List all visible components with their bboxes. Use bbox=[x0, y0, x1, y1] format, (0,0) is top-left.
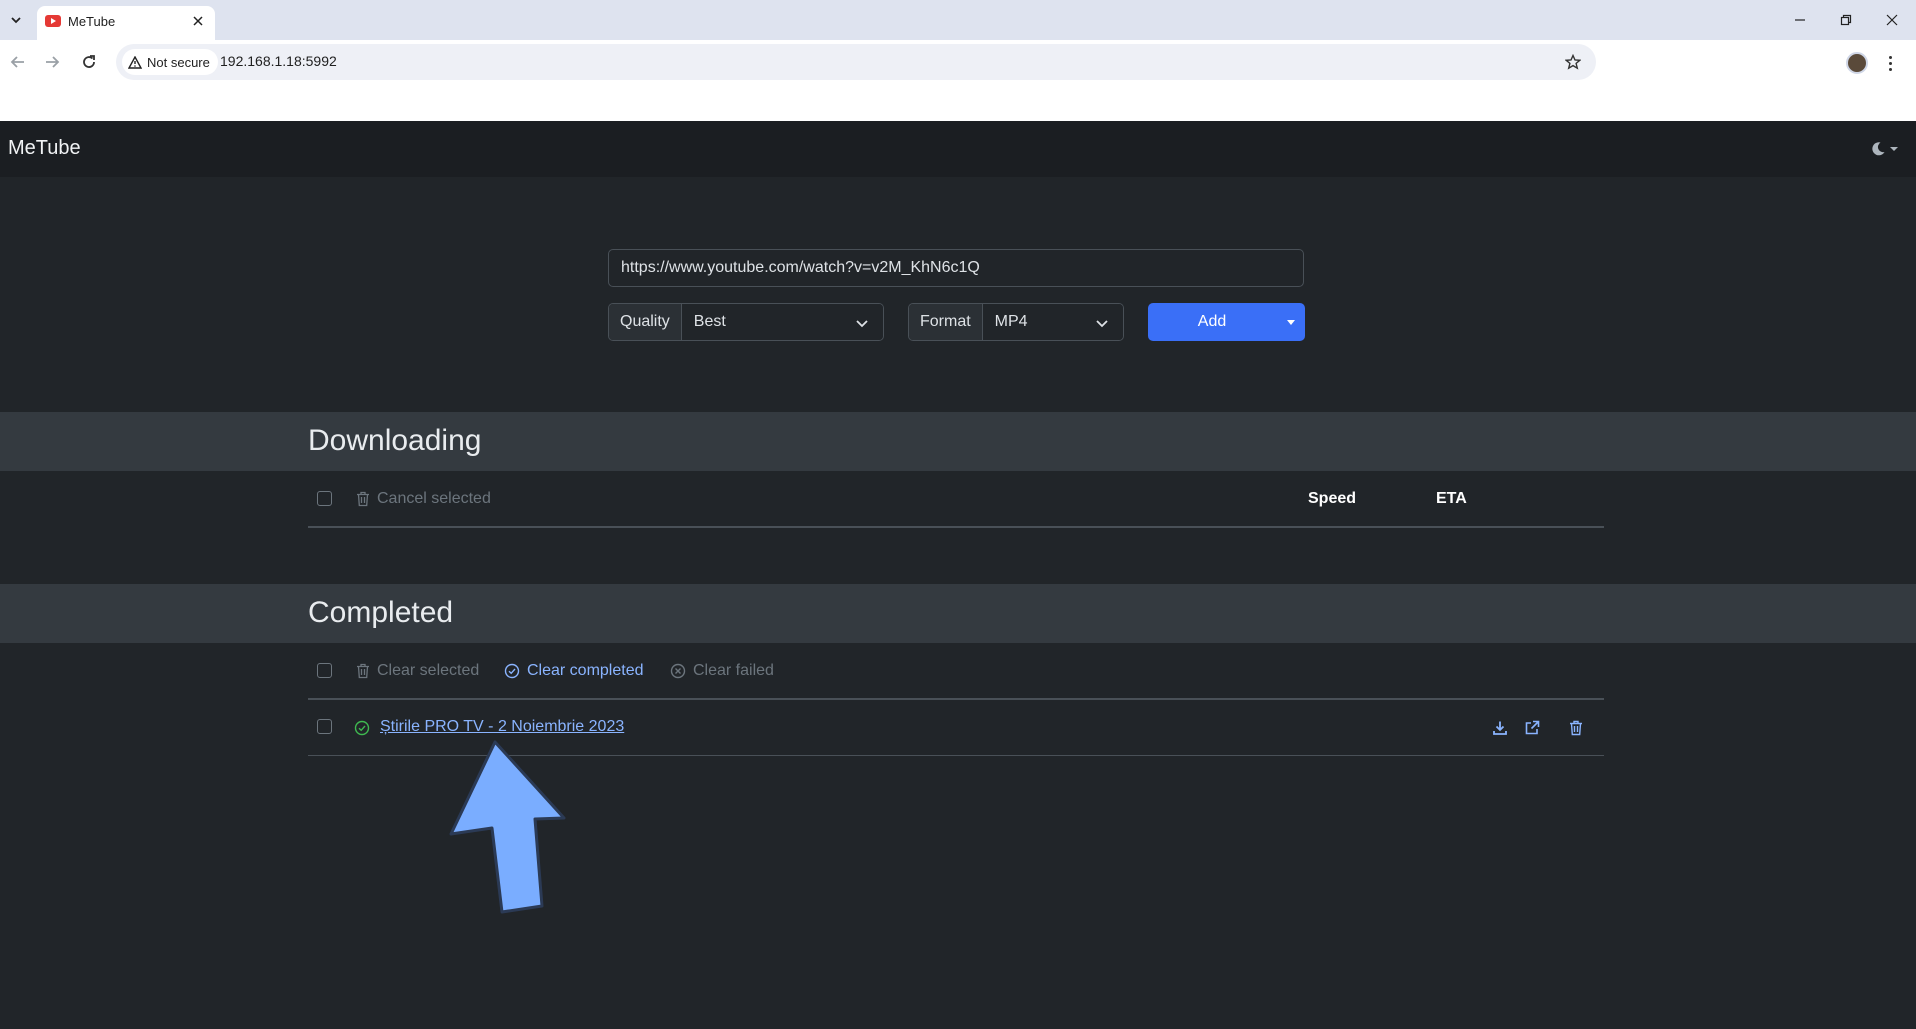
address-bar[interactable]: Not secure 192.168.1.18:5992 bbox=[116, 44, 1596, 80]
quality-select[interactable]: Best bbox=[681, 304, 883, 340]
clear-completed-label: Clear completed bbox=[527, 662, 644, 679]
close-icon bbox=[193, 16, 203, 26]
forward-button[interactable] bbox=[38, 48, 66, 76]
downloading-title: Downloading bbox=[308, 424, 482, 457]
close-window-button[interactable] bbox=[1870, 0, 1914, 40]
app-navbar: MeTube bbox=[0, 121, 1916, 177]
check-circle-icon bbox=[504, 663, 520, 679]
completed-item-link[interactable]: Știrile PRO TV - 2 Noiembrie 2023 bbox=[380, 718, 624, 736]
external-link-icon bbox=[1525, 720, 1540, 735]
tab-title: MeTube bbox=[68, 14, 116, 29]
completed-select-all-checkbox[interactable] bbox=[317, 663, 332, 678]
page-top-spacer bbox=[0, 84, 1916, 121]
minimize-button[interactable] bbox=[1778, 0, 1822, 40]
download-icon bbox=[1493, 721, 1507, 735]
tab-close-button[interactable] bbox=[189, 12, 207, 30]
annotation-arrow-icon bbox=[449, 740, 566, 914]
clear-failed-label: Clear failed bbox=[693, 662, 774, 679]
format-select[interactable]: MP4 bbox=[982, 304, 1123, 340]
security-indicator[interactable]: Not secure bbox=[122, 49, 218, 75]
close-icon bbox=[1886, 14, 1898, 26]
delete-item-button[interactable] bbox=[1566, 718, 1586, 738]
quality-label: Quality bbox=[609, 304, 682, 340]
eta-column-header: ETA bbox=[1436, 490, 1467, 507]
quality-value: Best bbox=[693, 313, 726, 330]
trash-icon bbox=[357, 663, 369, 679]
chevron-down-icon bbox=[856, 320, 868, 328]
theme-toggle[interactable] bbox=[1870, 139, 1900, 159]
reload-button[interactable] bbox=[75, 48, 103, 76]
tab-search-button[interactable] bbox=[6, 8, 26, 32]
completed-table-header: Clear selected Clear completed Clear fai… bbox=[308, 644, 1604, 700]
downloading-header: Downloading bbox=[0, 412, 1916, 471]
chevron-down-icon bbox=[11, 17, 21, 24]
chevron-down-icon bbox=[1096, 320, 1108, 328]
check-circle-icon bbox=[354, 720, 370, 736]
speed-column-header: Speed bbox=[1308, 490, 1357, 507]
format-value: MP4 bbox=[994, 313, 1028, 330]
row-checkbox[interactable] bbox=[317, 719, 332, 734]
moon-icon bbox=[1872, 142, 1885, 156]
video-url-input[interactable]: https://www.youtube.com/watch?v=v2M_KhN6… bbox=[608, 249, 1304, 287]
completed-title: Completed bbox=[308, 596, 454, 629]
download-file-button[interactable] bbox=[1490, 718, 1510, 738]
browser-tab[interactable]: MeTube bbox=[37, 6, 215, 40]
url-text: 192.168.1.18:5992 bbox=[220, 53, 337, 69]
app-brand[interactable]: MeTube bbox=[8, 137, 81, 160]
browser-tab-strip: MeTube bbox=[0, 0, 1916, 40]
quality-group: Quality Best bbox=[608, 303, 884, 341]
format-label: Format bbox=[909, 304, 983, 340]
cancel-selected-label: Cancel selected bbox=[377, 490, 491, 507]
warning-icon bbox=[128, 55, 142, 69]
browser-menu-button[interactable] bbox=[1882, 52, 1898, 74]
profile-avatar[interactable] bbox=[1846, 52, 1868, 74]
downloading-select-all-checkbox[interactable] bbox=[317, 491, 332, 506]
minimize-icon bbox=[1795, 19, 1805, 21]
restore-button[interactable] bbox=[1824, 0, 1868, 40]
clear-selected-button[interactable]: Clear selected bbox=[356, 662, 479, 680]
caret-down-icon bbox=[1286, 319, 1295, 325]
back-button[interactable] bbox=[4, 48, 32, 76]
add-button[interactable]: Add bbox=[1148, 303, 1276, 341]
add-options-dropdown[interactable] bbox=[1276, 303, 1305, 341]
restore-icon bbox=[1840, 14, 1852, 26]
reload-icon bbox=[83, 55, 95, 68]
back-icon bbox=[10, 56, 24, 68]
forward-icon bbox=[46, 56, 60, 68]
trash-icon bbox=[1570, 720, 1582, 736]
completed-header: Completed bbox=[0, 584, 1916, 643]
star-icon bbox=[1565, 54, 1581, 70]
clear-failed-button[interactable]: Clear failed bbox=[670, 662, 774, 680]
downloading-table-header: Cancel selected Speed ETA bbox=[308, 472, 1604, 528]
bookmark-button[interactable] bbox=[1562, 51, 1584, 73]
clear-completed-button[interactable]: Clear completed bbox=[504, 662, 644, 680]
browser-toolbar: Not secure 192.168.1.18:5992 bbox=[0, 40, 1916, 84]
clear-selected-label: Clear selected bbox=[377, 662, 480, 679]
format-group: Format MP4 bbox=[908, 303, 1124, 341]
x-circle-icon bbox=[670, 663, 686, 679]
metube-favicon-icon bbox=[45, 15, 61, 27]
status-success-icon bbox=[352, 718, 372, 738]
add-button-group: Add bbox=[1148, 303, 1305, 341]
security-label: Not secure bbox=[147, 54, 210, 70]
open-external-button[interactable] bbox=[1522, 718, 1542, 738]
trash-icon bbox=[357, 491, 369, 507]
cancel-selected-button[interactable]: Cancel selected bbox=[356, 490, 491, 508]
